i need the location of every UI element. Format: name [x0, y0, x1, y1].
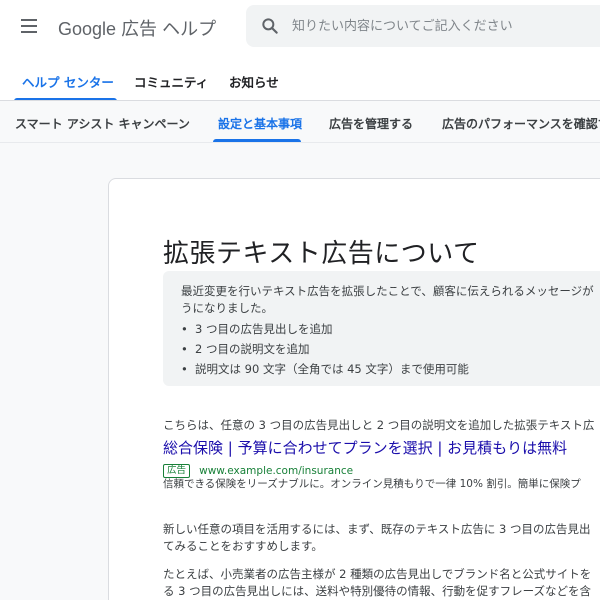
tab-community[interactable]: コミュニティ	[134, 72, 208, 91]
tab-smart-assist-campaign[interactable]: スマート アシスト キャンペーン	[15, 115, 190, 132]
tab-help-center[interactable]: ヘルプ センター	[22, 72, 114, 91]
tab-setup-basics[interactable]: 設定と基本事項	[218, 115, 302, 132]
ad-example-url-line: 広告 www.example.com/insurance	[163, 460, 354, 478]
ad-example-url: www.example.com/insurance	[199, 464, 354, 477]
list-item: • 説明文は 90 文字（全角では 45 文字）まで使用可能	[181, 362, 469, 376]
paragraph-line: る 3 つ目の広告見出しには、送料や特別優待の情報、行動を促すフレーズなどを含	[163, 584, 592, 598]
update-callout: 最近変更を行いテキスト広告を拡張したことで、顧客に伝えられるメッセージが うにな…	[163, 271, 600, 386]
search-box	[246, 5, 600, 47]
list-item: • 2 つ目の説明文を追加	[181, 342, 310, 356]
category-tabs: スマート アシスト キャンペーン 設定と基本事項 広告を管理する 広告のパフォー…	[0, 101, 600, 142]
brand-name: Google	[58, 19, 117, 39]
paragraph-line: 新しい任意の項目を活用するには、まず、既存のテキスト広告に 3 つ目の広告見出	[163, 522, 591, 536]
ad-example-description: 信頼できる保険をリーズナブルに。オンライン見積もりで一律 10% 割引。簡単に保…	[163, 478, 581, 490]
callout-list: • 3 つ目の広告見出しを追加 • 2 つ目の説明文を追加 • 説明文は 90 文字（…	[181, 319, 469, 379]
tab-announcements[interactable]: お知らせ	[229, 72, 279, 91]
search-icon[interactable]	[260, 16, 280, 36]
paragraph-line: たとえば、小売業者の広告主様が 2 種類の広告見出しでブランド名と公式サイトを	[163, 567, 592, 581]
search-input[interactable]	[292, 5, 600, 47]
ad-example-headline[interactable]: 総合保険 | 予算に合わせてプランを選択 | お見積もりは無料	[163, 437, 567, 458]
tab-ad-performance[interactable]: 広告のパフォーマンスを確認す	[442, 115, 600, 132]
example-intro: こちらは、任意の 3 つ目の広告見出しと 2 つ目の説明文を追加した拡張テキスト…	[163, 418, 595, 432]
article-card: 拡張テキスト広告について 最近変更を行いテキスト広告を拡張したことで、顧客に伝え…	[108, 178, 600, 600]
article-title: 拡張テキスト広告について	[163, 239, 480, 269]
paragraph-line: てみることをおすすめします。	[163, 539, 323, 553]
hamburger-menu-icon[interactable]	[18, 14, 42, 38]
tab-manage-ads[interactable]: 広告を管理する	[329, 115, 413, 132]
callout-intro: 最近変更を行いテキスト広告を拡張したことで、顧客に伝えられるメッセージが うにな…	[181, 284, 594, 315]
product-title[interactable]: Google 広告 ヘルプ	[58, 15, 216, 41]
product-name: 広告 ヘルプ	[121, 19, 217, 39]
primary-tabs: ヘルプ センター コミュニティ お知らせ	[0, 60, 600, 100]
list-item: • 3 つ目の広告見出しを追加	[181, 322, 333, 336]
top-header: Google 広告 ヘルプ	[0, 0, 600, 52]
